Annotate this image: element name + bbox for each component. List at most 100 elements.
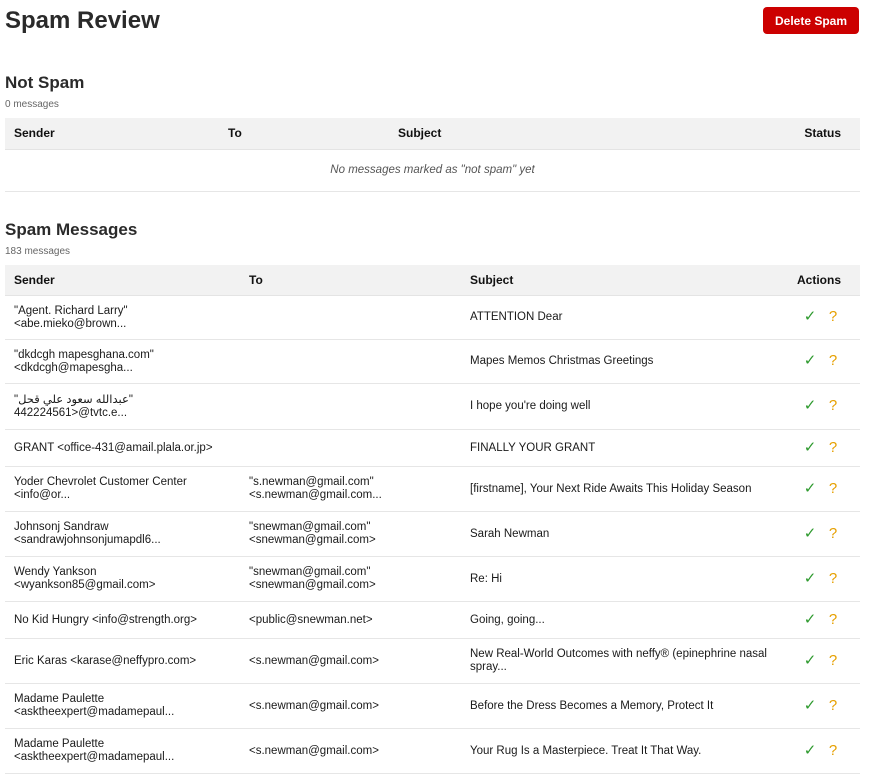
mark-not-spam-check-icon[interactable]: ✓ — [802, 613, 818, 626]
subject-cell: I hope you're doing well — [461, 384, 775, 430]
page-title: Spam Review — [5, 7, 160, 35]
table-row[interactable]: Johnsonj Sandraw<sandrawjohnsonjumapdl6.… — [5, 512, 860, 557]
empty-row: No messages marked as "not spam" yet — [5, 149, 860, 191]
subject-cell-line: [firstname], Your Next Ride Awaits This … — [470, 483, 775, 496]
table-row[interactable]: Madame Paulette<asktheexpert@madamepaul.… — [5, 684, 860, 729]
to-cell: <public@snewman.net> — [240, 602, 461, 639]
to-cell-line: "snewman@gmail.com" — [249, 566, 461, 579]
mark-not-spam-check-icon[interactable]: ✓ — [802, 441, 818, 454]
mark-not-spam-check-icon[interactable]: ✓ — [802, 310, 818, 323]
actions-cell: ✓? — [775, 512, 860, 557]
mark-not-spam-check-icon[interactable]: ✓ — [802, 527, 818, 540]
actions-cell: ✓? — [775, 384, 860, 430]
actions-cell: ✓? — [775, 684, 860, 729]
mark-not-spam-check-icon[interactable]: ✓ — [802, 399, 818, 412]
spam-section: Spam Messages 183 messages Sender To Sub… — [5, 220, 859, 774]
subject-cell: Your Rug Is a Masterpiece. Treat It That… — [461, 729, 775, 774]
sender-cell-line: Madame Paulette — [14, 693, 240, 706]
table-row[interactable]: Eric Karas <karase@neffypro.com> <s.newma… — [5, 639, 860, 684]
question-mark-icon[interactable]: ? — [826, 399, 840, 412]
column-header-subject: Subject — [461, 265, 775, 296]
not-spam-section: Not Spam 0 messages Sender To Subject St… — [5, 73, 859, 192]
question-mark-icon[interactable]: ? — [826, 572, 840, 585]
question-mark-icon[interactable]: ? — [826, 354, 840, 367]
to-cell — [240, 296, 461, 340]
subject-cell-line: Before the Dress Becomes a Memory, Prote… — [470, 700, 775, 713]
subject-cell: Mapes Memos Christmas Greetings — [461, 340, 775, 384]
to-cell: <s.newman@gmail.com> — [240, 639, 461, 684]
mark-not-spam-check-icon[interactable]: ✓ — [802, 654, 818, 667]
mark-not-spam-check-icon[interactable]: ✓ — [802, 572, 818, 585]
table-row[interactable]: GRANT <office-431@amail.plala.or.jp>FINA… — [5, 430, 860, 467]
mark-not-spam-check-icon[interactable]: ✓ — [802, 482, 818, 495]
spam-review-page: Spam Review Delete Spam Not Spam 0 messa… — [0, 0, 873, 774]
subject-cell-line: Your Rug Is a Masterpiece. Treat It That… — [470, 745, 775, 758]
sender-cell: Madame Paulette<asktheexpert@madamepaul.… — [5, 729, 240, 774]
sender-cell-line: Yoder Chevrolet Customer Center — [14, 476, 240, 489]
spam-table: Sender To Subject Actions "Agent. Richar… — [5, 265, 860, 774]
question-mark-icon[interactable]: ? — [826, 699, 840, 712]
question-mark-icon[interactable]: ? — [826, 482, 840, 495]
to-cell: "snewman@gmail.com"<snewman@gmail.com> — [240, 557, 461, 602]
subject-cell-line: Sarah Newman — [470, 528, 775, 541]
sender-cell-line: <asktheexpert@madamepaul... — [14, 751, 240, 764]
spam-header-row: Sender To Subject Actions — [5, 265, 860, 296]
sender-cell-line: <asktheexpert@madamepaul... — [14, 706, 240, 719]
to-cell-line: "s.newman@gmail.com" — [249, 476, 461, 489]
mark-not-spam-check-icon[interactable]: ✓ — [802, 744, 818, 757]
page-header: Spam Review Delete Spam — [5, 0, 859, 44]
column-header-sender: Sender — [5, 118, 219, 149]
table-row[interactable]: "عبدالله سعود علي قحل"442224561>@tvtc.e.… — [5, 384, 860, 430]
sender-cell-line: "dkdcgh mapesghana.com" — [14, 349, 240, 362]
column-header-status: Status — [774, 118, 860, 149]
delete-spam-button[interactable]: Delete Spam — [763, 7, 859, 34]
subject-cell-line: New Real-World Outcomes with neffy® (epi… — [470, 648, 775, 661]
to-cell-line: <s.newman@gmail.com... — [249, 489, 461, 502]
subject-cell-line: ATTENTION Dear — [470, 311, 775, 324]
sender-cell: Yoder Chevrolet Customer Center<info@or.… — [5, 467, 240, 512]
to-cell: "s.newman@gmail.com"<s.newman@gmail.com.… — [240, 467, 461, 512]
sender-cell: No Kid Hungry <info@strength.org> — [5, 602, 240, 639]
question-mark-icon[interactable]: ? — [826, 527, 840, 540]
sender-cell-line: <abe.mieko@brown... — [14, 318, 240, 331]
question-mark-icon[interactable]: ? — [826, 441, 840, 454]
spam-table-body: "Agent. Richard Larry"<abe.mieko@brown..… — [5, 296, 860, 774]
sender-cell: Madame Paulette<asktheexpert@madamepaul.… — [5, 684, 240, 729]
subject-cell: ATTENTION Dear — [461, 296, 775, 340]
not-spam-title: Not Spam — [5, 73, 859, 93]
question-mark-icon[interactable]: ? — [826, 654, 840, 667]
table-row[interactable]: "dkdcgh mapesghana.com"<dkdcgh@mapesgha.… — [5, 340, 860, 384]
sender-cell-line: <sandrawjohnsonjumapdl6... — [14, 534, 240, 547]
sender-cell: Johnsonj Sandraw<sandrawjohnsonjumapdl6.… — [5, 512, 240, 557]
sender-cell-line: "عبدالله سعود علي قحل" — [14, 394, 240, 407]
sender-cell: "عبدالله سعود علي قحل"442224561>@tvtc.e.… — [5, 384, 240, 430]
to-cell-line: <snewman@gmail.com> — [249, 534, 461, 547]
table-row[interactable]: Madame Paulette<asktheexpert@madamepaul.… — [5, 729, 860, 774]
to-cell-line: <s.newman@gmail.com> — [249, 655, 461, 668]
question-mark-icon[interactable]: ? — [826, 613, 840, 626]
actions-cell: ✓? — [775, 639, 860, 684]
subject-cell-line: Mapes Memos Christmas Greetings — [470, 355, 775, 368]
sender-cell-line: Madame Paulette — [14, 738, 240, 751]
sender-cell: "dkdcgh mapesghana.com"<dkdcgh@mapesgha.… — [5, 340, 240, 384]
empty-message: No messages marked as "not spam" yet — [5, 149, 860, 191]
sender-cell-line: Eric Karas <karase@neffypro.com> — [14, 655, 240, 668]
subject-cell-line: Re: Hi — [470, 573, 775, 586]
to-cell-line: <public@snewman.net> — [249, 614, 461, 627]
to-cell: <s.newman@gmail.com> — [240, 684, 461, 729]
mark-not-spam-check-icon[interactable]: ✓ — [802, 354, 818, 367]
sender-cell: Eric Karas <karase@neffypro.com> — [5, 639, 240, 684]
to-cell — [240, 384, 461, 430]
sender-cell-line: Johnsonj Sandraw — [14, 521, 240, 534]
table-row[interactable]: No Kid Hungry <info@strength.org> <public… — [5, 602, 860, 639]
actions-cell: ✓? — [775, 340, 860, 384]
table-row[interactable]: Yoder Chevrolet Customer Center<info@or.… — [5, 467, 860, 512]
table-row[interactable]: "Agent. Richard Larry"<abe.mieko@brown..… — [5, 296, 860, 340]
sender-cell: "Agent. Richard Larry"<abe.mieko@brown..… — [5, 296, 240, 340]
to-cell — [240, 430, 461, 467]
sender-cell: Wendy Yankson<wyankson85@gmail.com> — [5, 557, 240, 602]
table-row[interactable]: Wendy Yankson<wyankson85@gmail.com>"snew… — [5, 557, 860, 602]
question-mark-icon[interactable]: ? — [826, 744, 840, 757]
question-mark-icon[interactable]: ? — [826, 310, 840, 323]
mark-not-spam-check-icon[interactable]: ✓ — [802, 699, 818, 712]
